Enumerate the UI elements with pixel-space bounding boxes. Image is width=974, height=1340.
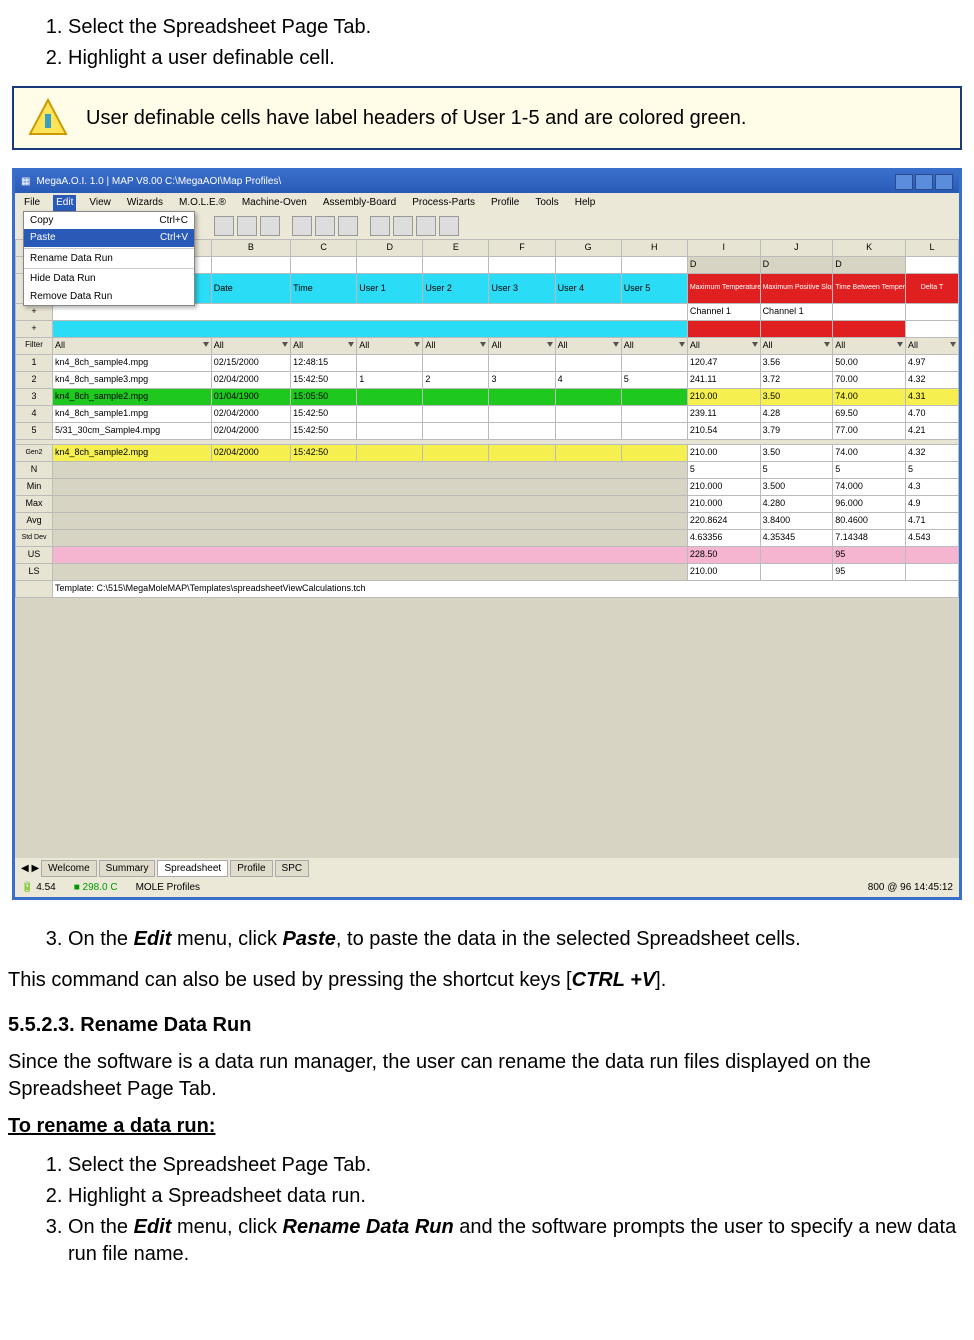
toolbar-button[interactable] (370, 216, 390, 236)
sheet-tabs[interactable]: ◀ ▶ Welcome Summary Spreadsheet Profile … (15, 858, 959, 880)
toolbar-button[interactable] (439, 216, 459, 236)
tab-welcome[interactable]: Welcome (41, 860, 97, 878)
data-row: 55/31_30cm_Sample4.mpg02/04/200015:42:50… (16, 422, 959, 439)
menu-view[interactable]: View (86, 195, 114, 211)
steps-list-a: Select the Spreadsheet Page Tab. Highlig… (8, 12, 966, 74)
section-heading-rename: 5.5.2.3. Rename Data Run (8, 1012, 966, 1039)
rename-paragraph: Since the software is a data run manager… (8, 1049, 966, 1103)
window-titlebar: ▦ MegaA.O.I. 1.0 | MAP V8.00 C:\MegaAOI\… (15, 171, 959, 193)
toolbar-button[interactable] (393, 216, 413, 236)
window-buttons (895, 174, 953, 190)
status-bar: 🔋 4.54 ■ 298.0 C MOLE Profiles 800 @ 96 … (15, 879, 959, 897)
limit-row: LS210.0095 (16, 563, 959, 580)
data-row-selected: 3kn4_8ch_sample2.mpg01/04/190015:05:5021… (16, 388, 959, 405)
step-a2: Highlight a user definable cell. (68, 43, 966, 74)
toolbar-button[interactable] (292, 216, 312, 236)
spreadsheet-grid[interactable]: BCDEFGHIJKL DDD DateTime User 1User 2Use… (15, 239, 959, 858)
data-row: 4kn4_8ch_sample1.mpg02/04/200015:42:5023… (16, 405, 959, 422)
toolbar-button[interactable] (237, 216, 257, 236)
menu-tools[interactable]: Tools (532, 195, 561, 211)
menu-process[interactable]: Process-Parts (409, 195, 478, 211)
steps-list-b: Select the Spreadsheet Page Tab. Highlig… (8, 1150, 966, 1270)
ctx-paste[interactable]: PasteCtrl+V (24, 229, 194, 247)
tab-spc[interactable]: SPC (275, 860, 310, 878)
ctx-rename[interactable]: Rename Data Run (24, 250, 194, 268)
app-icon: ▦ (21, 175, 30, 189)
menu-assembly[interactable]: Assembly-Board (320, 195, 399, 211)
menu-mole[interactable]: M.O.L.E.® (176, 195, 229, 211)
close-button[interactable] (935, 174, 953, 190)
menu-wizards[interactable]: Wizards (124, 195, 166, 211)
step-a3: On the Edit menu, click Paste, to paste … (68, 924, 966, 955)
toolbar-button[interactable] (260, 216, 280, 236)
tip-icon (28, 98, 68, 138)
rename-subheading: To rename a data run: (8, 1113, 966, 1140)
shortcut-note: This command can also be used by pressin… (8, 967, 966, 994)
data-row: Gen2kn4_8ch_sample2.mpg02/04/200015:42:5… (16, 444, 959, 461)
stats-row: Min210.0003.50074.0004.3 (16, 478, 959, 495)
step-b3: On the Edit menu, click Rename Data Run … (68, 1212, 966, 1270)
tab-summary[interactable]: Summary (99, 860, 156, 878)
toolbar-button[interactable] (214, 216, 234, 236)
step-a1: Select the Spreadsheet Page Tab. (68, 12, 966, 43)
blank-grid-area (15, 598, 959, 858)
ctx-copy[interactable]: CopyCtrl+C (24, 212, 194, 230)
stats-row: Max210.0004.28096.0004.9 (16, 495, 959, 512)
ctx-hide[interactable]: Hide Data Run (24, 270, 194, 288)
stats-row: Avg220.86243.840080.46004.71 (16, 512, 959, 529)
toolbar-button[interactable] (416, 216, 436, 236)
tip-text: User definable cells have label headers … (86, 105, 746, 132)
minimize-button[interactable] (895, 174, 913, 190)
filter-row[interactable]: Filter AllAllAllAllAllAllAllAllAllAllAll… (16, 337, 959, 354)
menu-file[interactable]: File (21, 195, 43, 211)
ctx-remove[interactable]: Remove Data Run (24, 288, 194, 306)
window-title: MegaA.O.I. 1.0 | MAP V8.00 C:\MegaAOI\Ma… (36, 175, 281, 189)
stats-row: N5555 (16, 461, 959, 478)
stats-row: Std Dev4.633564.353457.143484.543 (16, 529, 959, 546)
menu-edit[interactable]: Edit (53, 195, 76, 211)
menu-machine[interactable]: Machine-Oven (239, 195, 310, 211)
edit-context-menu[interactable]: CopyCtrl+C PasteCtrl+V Rename Data Run H… (23, 211, 195, 307)
screenshot-container: ▦ MegaA.O.I. 1.0 | MAP V8.00 C:\MegaAOI\… (12, 168, 962, 900)
step-b1: Select the Spreadsheet Page Tab. (68, 1150, 966, 1181)
data-row: 1kn4_8ch_sample4.mpg02/15/200012:48:1512… (16, 354, 959, 371)
menu-profile[interactable]: Profile (488, 195, 522, 211)
toolbar: CopyCtrl+C PasteCtrl+V Rename Data Run H… (15, 213, 959, 239)
toolbar-button[interactable] (338, 216, 358, 236)
limit-row: US228.5095 (16, 546, 959, 563)
menu-help[interactable]: Help (572, 195, 599, 211)
tab-profile[interactable]: Profile (230, 860, 272, 878)
maximize-button[interactable] (915, 174, 933, 190)
toolbar-button[interactable] (315, 216, 335, 236)
tab-spreadsheet[interactable]: Spreadsheet (157, 860, 228, 878)
step-b2: Highlight a Spreadsheet data run. (68, 1181, 966, 1212)
tip-box: User definable cells have label headers … (12, 86, 962, 150)
data-row: 2kn4_8ch_sample3.mpg02/04/200015:42:5012… (16, 371, 959, 388)
steps-list-a-cont: On the Edit menu, click Paste, to paste … (8, 924, 966, 955)
